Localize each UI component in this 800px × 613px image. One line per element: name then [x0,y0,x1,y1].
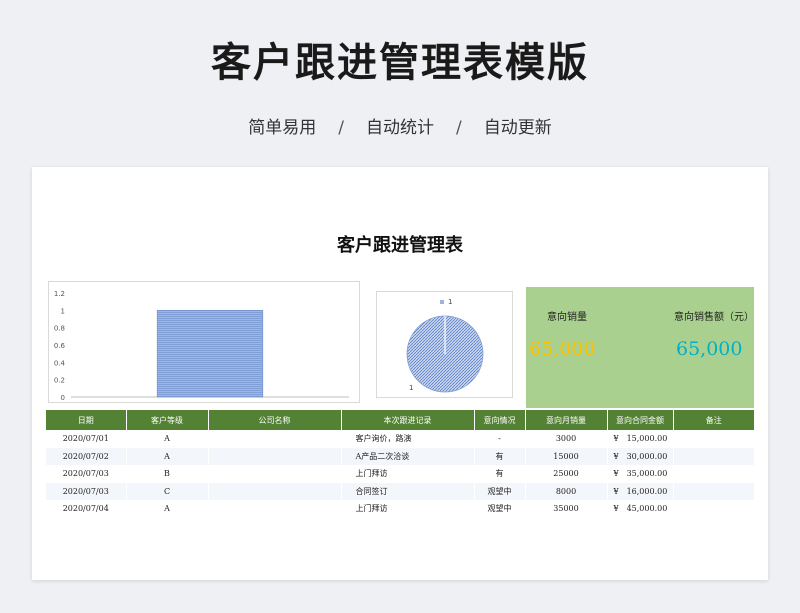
bar-chart[interactable]: 1.2 1 0.8 0.6 0.4 0.2 0 [48,281,360,403]
table-row: 2020/07/04 A 上门拜访 观望中 35000 ¥ 45,000.00 [46,500,755,518]
y-tick-label: 1.2 [54,290,65,298]
cell-amount[interactable]: ¥ 35,000.00 [607,465,674,483]
kpi-panel: 意向销量 意向销售额（元） 65,000 65,000 [526,287,754,408]
cell-qty[interactable]: 35000 [525,500,608,518]
cell-record[interactable]: 客户询价，路演 [341,430,475,448]
kpi-qty-label: 意向销量 [547,312,587,323]
column-header[interactable]: 备注 [673,410,754,430]
cell-amount[interactable]: ¥ 30,000.00 [607,447,674,465]
column-header[interactable]: 意向月销量 [525,410,608,430]
kpi-qty-value: 65,000 [529,338,596,360]
cell-intent[interactable]: - [474,430,526,448]
cell-company[interactable] [208,465,342,483]
subtitle-item: 简单易用 [248,118,317,138]
y-tick-label: 0.8 [54,325,65,333]
bar [156,310,264,398]
y-tick-label: 1 [61,307,65,315]
cell-note[interactable] [673,482,755,500]
subtitle-item: 自动更新 [483,118,552,138]
cell-date[interactable]: 2020/07/02 [46,447,127,465]
legend-swatch [440,300,444,304]
follow-up-table: 日期 客户等级 公司名称 本次跟进记录 意向情况 意向月销量 意向合同金额 备注… [46,410,755,518]
table-row: 2020/07/01 A 客户询价，路演 - 3000 ¥ 15,000.00 [46,430,755,448]
cell-amount[interactable]: ¥ 16,000.00 [607,482,674,500]
spreadsheet-preview: 客户跟进管理表 1.2 1 0.8 0.6 0.4 0.2 0 11 意向销量 意向销售额（… [32,167,768,580]
cell-date[interactable]: 2020/07/01 [46,430,127,448]
cell-record[interactable]: A产品二次洽谈 [341,447,475,465]
cell-date[interactable]: 2020/07/03 [46,465,127,483]
subtitle-separator: / [338,118,344,138]
cell-company[interactable] [208,482,342,500]
subtitle-separator: / [456,118,462,138]
subtitle-item: 自动统计 [366,118,434,138]
cell-level[interactable]: A [126,430,209,448]
cell-amount[interactable]: ¥ 45,000.00 [607,500,674,518]
cell-level[interactable]: A [126,447,209,465]
cell-intent[interactable]: 有 [474,447,526,465]
banner-title: 客户跟进管理表模版 [211,40,589,86]
cell-note[interactable] [673,447,755,465]
cell-note[interactable] [673,465,755,483]
y-tick-label: 0.4 [54,359,66,367]
cell-level[interactable]: C [126,482,209,500]
column-header[interactable]: 意向情况 [474,410,526,430]
pie-chart-svg: 11 [406,298,484,393]
banner-subtitle: 简单易用 / 自动统计 / 自动更新 [0,113,800,138]
cell-company[interactable] [208,500,342,518]
cell-intent[interactable]: 观望中 [474,482,526,500]
cell-date[interactable]: 2020/07/04 [46,500,127,518]
column-header[interactable]: 客户等级 [126,410,209,430]
y-tick-label: 0.6 [54,342,66,350]
kpi-amount-value: 65,000 [676,338,743,360]
cell-intent[interactable]: 观望中 [474,500,526,518]
cell-company[interactable] [208,430,342,448]
cell-level[interactable]: B [126,465,209,483]
column-header[interactable]: 意向合同金额 [607,410,674,430]
column-header[interactable]: 日期 [46,410,127,430]
table-row: 2020/07/03 C 合同签订 观望中 8000 ¥ 16,000.00 [46,482,755,500]
cell-company[interactable] [208,447,342,465]
cell-date[interactable]: 2020/07/03 [46,482,127,500]
cell-qty[interactable]: 15000 [525,447,608,465]
table-row: 2020/07/03 B 上门拜访 有 25000 ¥ 35,000.00 [46,465,755,483]
bar-chart-svg: 1.2 1 0.8 0.6 0.4 0.2 0 [54,290,349,402]
cell-qty[interactable]: 3000 [525,430,608,448]
cell-level[interactable]: A [126,500,209,518]
sheet-title: 客户跟进管理表 [337,235,463,256]
column-header[interactable]: 本次跟进记录 [341,410,475,430]
legend-label: 1 [448,298,452,306]
cell-note[interactable] [673,430,755,448]
cell-record[interactable]: 上门拜访 [341,500,475,518]
y-tick-label: 0 [61,394,65,402]
y-tick-label: 0.2 [54,377,65,385]
cell-qty[interactable]: 25000 [525,465,608,483]
table-header-row: 日期 客户等级 公司名称 本次跟进记录 意向情况 意向月销量 意向合同金额 备注 [46,410,754,430]
cell-record[interactable]: 上门拜访 [341,465,475,483]
column-header[interactable]: 公司名称 [208,410,342,430]
pie-data-label: 1 [409,384,413,392]
cell-record[interactable]: 合同签订 [341,482,475,500]
cell-note[interactable] [673,500,755,518]
kpi-amount-label: 意向销售额（元） [674,312,754,323]
table-row: 2020/07/02 A A产品二次洽谈 有 15000 ¥ 30,000.00 [46,447,755,465]
cell-amount[interactable]: ¥ 15,000.00 [607,430,674,448]
cell-qty[interactable]: 8000 [525,482,608,500]
cell-intent[interactable]: 有 [474,465,526,483]
pie-chart[interactable]: 11 [376,291,513,398]
